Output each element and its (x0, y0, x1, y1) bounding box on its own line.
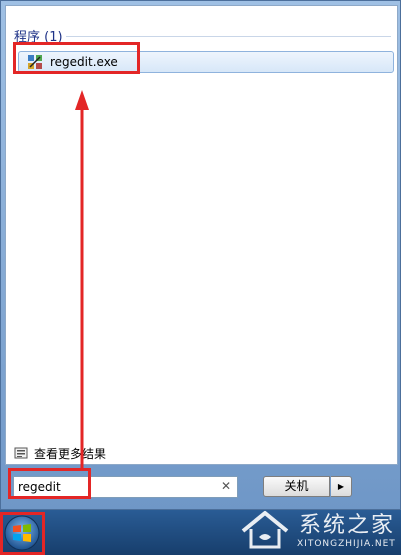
search-results-panel: 程序 (1) regedit.exe 查看更多结果 (5, 5, 398, 465)
see-more-label: 查看更多结果 (34, 447, 107, 461)
section-divider (66, 36, 391, 37)
annotation-box-start (0, 512, 45, 555)
watermark-en-text: XITONGZHIJIA.NET (297, 539, 396, 549)
start-menu: 程序 (1) regedit.exe 查看更多结果 ✕ 关机 (0, 0, 401, 510)
shutdown-options-button[interactable]: ▶ (331, 476, 352, 497)
annotation-box-search (8, 468, 91, 499)
watermark-cn-text: 系统之家 (299, 513, 396, 538)
clear-icon[interactable]: ✕ (221, 479, 231, 493)
shutdown-button[interactable]: 关机 (263, 476, 330, 497)
annotation-box-result (13, 42, 140, 74)
watermark-logo: 系统之家 XITONGZHIJIA.NET (235, 503, 401, 555)
house-logo-icon (241, 511, 289, 549)
search-results-icon (14, 447, 28, 459)
triangle-right-icon: ▶ (337, 482, 345, 491)
